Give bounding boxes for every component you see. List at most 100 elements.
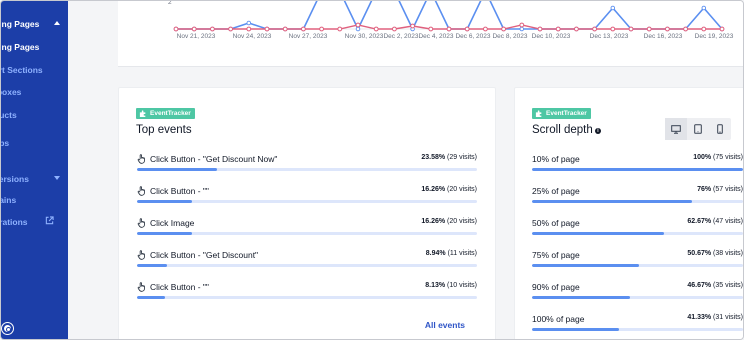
row-visits: (31 visits) [713,314,743,321]
x-tick-label: Dec 10, 2023 [532,33,571,40]
list-item: 100% of page 41.33% (31 visits) [532,314,743,334]
data-point-blue[interactable] [246,20,252,26]
data-point-red[interactable] [501,26,507,32]
desktop-icon[interactable] [665,118,687,140]
progress-fill [137,168,218,171]
data-point-red[interactable] [446,26,452,32]
external-link-icon[interactable] [45,216,54,225]
sidebar: ding Pages ding Pages art Sections tboxe… [1,1,68,339]
chevron-up-icon[interactable] [54,21,60,25]
row-percent: 16.26% [421,218,446,225]
row-percent: 8.94% [425,250,446,257]
data-point-red[interactable] [719,26,725,32]
row-stats: 41.33% (31 visits) [687,314,743,321]
data-point-red[interactable] [410,23,416,29]
progress-track [137,264,477,267]
sidebar-item-label: ups [1,138,10,148]
row-label: 100% of page [532,314,585,324]
sidebar-item-conversions[interactable]: versions [1,174,36,184]
sidebar-item-domains[interactable]: nains [1,195,23,205]
x-tick-label: Dec 2, 2023 [383,33,418,40]
row-percent: 16.26% [421,186,446,193]
data-point-red[interactable] [628,26,634,32]
card-title: Top events [136,124,192,136]
sidebar-item-integrations[interactable]: grations [1,217,35,227]
data-point-red[interactable] [464,26,470,32]
settings-icon[interactable] [2,323,13,334]
data-point-red[interactable] [574,26,579,32]
x-tick-label: Dec 19, 2023 [695,33,734,40]
sidebar-item-landing-pages-group[interactable]: ding Pages [1,19,46,29]
data-point-red[interactable] [392,26,397,32]
sidebar-item-popups[interactable]: ups [1,138,16,148]
data-point-blue[interactable] [355,26,361,32]
pointer-hand-icon [137,282,145,292]
data-point-red[interactable] [210,26,215,32]
row-label: 50% of page [532,218,580,228]
info-icon[interactable]: i [595,128,601,134]
row-percent: 50.67% [687,250,712,257]
data-point-red[interactable] [282,26,288,32]
data-point-red[interactable] [683,26,688,32]
data-point-red[interactable] [428,26,434,32]
sidebar-item-smart-sections[interactable]: art Sections [1,65,50,75]
pointer-hand-icon [137,250,145,260]
row-visits: (47 visits) [713,218,743,225]
progress-fill [532,264,639,267]
list-item: Click Button - "Get Discount" 8.94% (11 v… [137,250,477,270]
data-point-red[interactable] [191,26,197,32]
data-point-red[interactable] [264,26,270,32]
badge-label: EventTracker [150,110,191,117]
data-point-red[interactable] [592,26,598,32]
data-point-red[interactable] [483,26,488,32]
data-point-red[interactable] [701,26,707,32]
row-stats: 50.67% (38 visits) [687,250,743,257]
chevron-down-icon[interactable] [54,176,60,180]
row-stats: 100% (75 visits) [693,154,743,161]
data-point-red[interactable] [246,26,252,32]
mobile-icon[interactable] [709,118,731,140]
data-point-red[interactable] [537,26,543,32]
data-point-red[interactable] [337,26,343,32]
progress-track [532,168,743,171]
row-stats: 46.67% (35 visits) [687,282,743,289]
row-label: Click Button - "" [150,282,209,292]
pointer-hand-icon [137,186,145,196]
data-point-red[interactable] [319,26,325,32]
list-item: 25% of page 76% (57 visits) [532,186,743,206]
data-point-red[interactable] [555,26,561,32]
data-point-blue[interactable] [610,5,616,11]
list-item: Click Image 16.26% (20 visits) [137,218,477,238]
data-point-red[interactable] [373,26,379,32]
x-tick-label: Nov 27, 2023 [289,33,328,40]
data-point-red[interactable] [665,26,670,32]
sidebar-item-label: versions [1,174,29,184]
progress-track [137,200,477,203]
row-percent: 23.58% [421,154,446,161]
row-visits: (38 visits) [713,250,743,257]
puzzle-icon [535,110,542,117]
sidebar-item-landing-pages[interactable]: ding Pages [1,42,46,52]
data-point-blue[interactable] [701,5,707,11]
sidebar-item-popboxes[interactable]: tboxes [1,87,28,97]
list-item: 50% of page 62.67% (47 visits) [532,218,743,238]
tablet-icon[interactable] [687,118,709,140]
sidebar-item-products[interactable]: ducts [1,110,24,120]
all-events-link[interactable]: All events [425,320,465,330]
data-point-red[interactable] [301,26,306,32]
data-point-red[interactable] [519,22,525,28]
data-point-blue[interactable] [519,26,525,32]
data-point-red[interactable] [228,26,233,32]
progress-track [532,232,743,235]
data-point-red[interactable] [173,26,179,32]
visits-line-chart: 2 Nov 21, 2023 Nov 24, 2023 Nov 27, 2023 Nov… [168,1,734,40]
sidebar-item-label: nains [1,195,17,205]
row-label: Click Button - "Get Discount" [150,250,259,260]
x-tick-label: Nov 30, 2023 [345,33,384,40]
data-point-red[interactable] [355,22,361,28]
data-point-red[interactable] [646,26,652,32]
list-item: 90% of page 46.67% (35 visits) [532,282,743,302]
progress-track [137,168,477,171]
data-point-red[interactable] [610,26,616,32]
x-tick-label: Nov 24, 2023 [233,33,272,40]
